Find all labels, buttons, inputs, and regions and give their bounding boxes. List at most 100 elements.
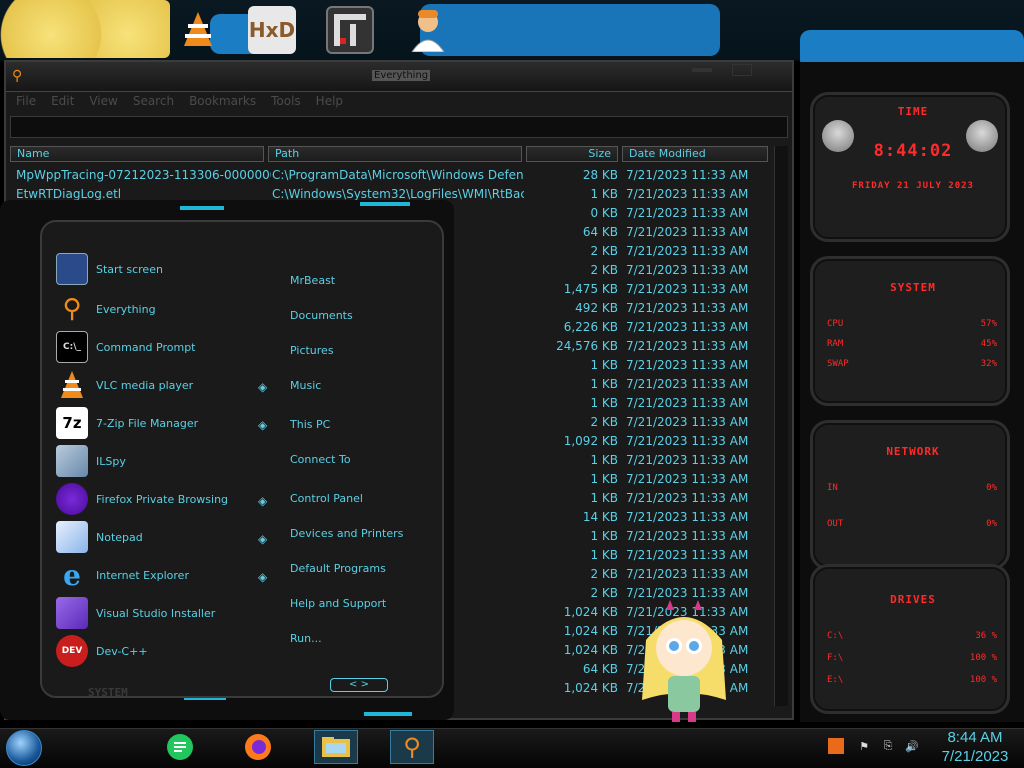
program-notepad[interactable]: Notepad: [56, 520, 143, 554]
program-ilspy[interactable]: ILSpy: [56, 444, 126, 478]
drives-gadget-title: DRIVES: [890, 593, 936, 606]
network-out-row: OUT 0%: [827, 519, 997, 529]
program-everything[interactable]: ⚲ Everything: [56, 292, 155, 326]
cell-date: 7/21/2023 11:33 AM: [626, 434, 749, 448]
start-menu[interactable]: Start screen ⚲ Everything C:\_ Command P…: [0, 200, 454, 720]
program-7zip[interactable]: 7z 7-Zip File Manager: [56, 406, 198, 440]
alien-logo-icon: [966, 120, 998, 152]
place-music[interactable]: Music: [290, 379, 321, 392]
vertical-scrollbar[interactable]: [774, 146, 788, 706]
taskbar-firefox[interactable]: [240, 730, 276, 764]
program-vlc[interactable]: VLC media player: [56, 368, 193, 402]
taskbar-notes-app[interactable]: [162, 730, 198, 764]
place-pictures[interactable]: Pictures: [290, 344, 334, 357]
place-devices-and-printers[interactable]: Devices and Printers: [290, 527, 403, 540]
ram-row: RAM 45%: [827, 339, 997, 349]
program-devcpp[interactable]: DEV Dev-C++: [56, 634, 148, 668]
program-firefox-private[interactable]: Firefox Private Browsing: [56, 482, 228, 516]
place-run[interactable]: Run...: [290, 632, 322, 645]
tray-app-icon[interactable]: [828, 738, 844, 754]
network-in-row: IN 0%: [827, 483, 997, 493]
start-button[interactable]: [6, 730, 42, 766]
gadget-date: FRIDAY 21 JULY 2023: [852, 181, 974, 191]
drives-gadget: DRIVES C:\ 36 % F:\ 100 % E:\ 100 %: [810, 564, 1010, 714]
volume-icon[interactable]: 🔊: [904, 738, 920, 754]
place-connect-to[interactable]: Connect To: [290, 453, 351, 466]
cell-date: 7/21/2023 11:33 AM: [626, 415, 749, 429]
program-start-screen[interactable]: Start screen: [56, 252, 163, 286]
taskbar-file-explorer[interactable]: [314, 730, 358, 764]
submenu-arrow-icon[interactable]: ◈: [258, 532, 267, 546]
search-input[interactable]: [10, 116, 788, 138]
taskbar-everything[interactable]: ⚲: [390, 730, 434, 764]
drive-c-row: C:\ 36 %: [827, 631, 997, 641]
action-center-flag-icon[interactable]: ⚑: [856, 738, 872, 754]
column-date-modified[interactable]: Date Modified: [622, 146, 768, 162]
place-help-and-support[interactable]: Help and Support: [290, 597, 386, 610]
network-gadget: NETWORK IN 0% OUT 0%: [810, 420, 1010, 570]
menu-bookmarks[interactable]: Bookmarks: [189, 94, 256, 112]
system-label: SYSTEM: [88, 686, 128, 699]
wallpaper-stroke: [420, 4, 720, 56]
cell-size: 2 KB: [590, 244, 618, 258]
decor-bar: [180, 206, 224, 210]
place-documents[interactable]: Documents: [290, 309, 353, 322]
place-default-programs[interactable]: Default Programs: [290, 562, 386, 575]
cell-size: 1,092 KB: [563, 434, 618, 448]
notepad-icon: [56, 521, 88, 553]
decor-bar: [364, 712, 412, 716]
cell-date: 7/21/2023 11:33 AM: [626, 358, 749, 372]
cell-size: 64 KB: [582, 662, 618, 676]
menu-search[interactable]: Search: [133, 94, 174, 112]
visual-studio-icon: [56, 597, 88, 629]
internet-explorer-icon: e: [63, 558, 81, 592]
column-size[interactable]: Size: [526, 146, 618, 162]
table-row[interactable]: MpWppTracing-07212023-113306-00000003-..…: [10, 166, 770, 185]
window-titlebar[interactable]: ⚲ Everything: [6, 62, 792, 92]
submenu-arrow-icon[interactable]: ◈: [258, 380, 267, 394]
page-nav-arrows[interactable]: < >: [330, 678, 388, 692]
place-this-pc[interactable]: This PC: [290, 418, 330, 431]
results-header: Name Path Size Date Modified: [10, 146, 770, 162]
cell-size: 1,024 KB: [563, 624, 618, 638]
maximize-button[interactable]: [732, 64, 752, 76]
hxd-hex-editor-icon[interactable]: HxD: [248, 6, 296, 54]
cell-size: 492 KB: [575, 301, 618, 315]
cell-size: 1 KB: [590, 187, 618, 201]
cell-size: 1 KB: [590, 548, 618, 562]
cell-size: 24,576 KB: [556, 339, 618, 353]
menu-tools[interactable]: Tools: [271, 94, 301, 112]
cell-date: 7/21/2023 11:33 AM: [626, 206, 749, 220]
taskbar-clock[interactable]: 8:44 AM 7/21/2023: [930, 728, 1020, 766]
cell-date: 7/21/2023 11:33 AM: [626, 282, 749, 296]
cell-date: 7/21/2023 11:33 AM: [626, 529, 749, 543]
maze-app-icon[interactable]: [326, 6, 374, 54]
program-internet-explorer[interactable]: e Internet Explorer: [56, 558, 189, 592]
cell-size: 1 KB: [590, 491, 618, 505]
submenu-arrow-icon[interactable]: ◈: [258, 418, 267, 432]
menu-edit[interactable]: Edit: [51, 94, 74, 112]
vlc-desktop-icon[interactable]: [174, 6, 222, 54]
program-command-prompt[interactable]: C:\_ Command Prompt: [56, 330, 196, 364]
minimize-button[interactable]: [692, 68, 712, 72]
cartoon-character-icon[interactable]: [0, 0, 170, 58]
cell-size: 0 KB: [590, 206, 618, 220]
program-visual-studio-installer[interactable]: Visual Studio Installer: [56, 596, 215, 630]
submenu-arrow-icon[interactable]: ◈: [258, 494, 267, 508]
place-control-panel[interactable]: Control Panel: [290, 492, 363, 505]
menu-help[interactable]: Help: [316, 94, 343, 112]
time-gadget: TIME 8:44:02 FRIDAY 21 JULY 2023: [810, 92, 1010, 242]
system-gadget-title: SYSTEM: [890, 281, 936, 294]
gadgets-panel: TIME 8:44:02 FRIDAY 21 JULY 2023 SYSTEM …: [800, 62, 1024, 722]
menu-file[interactable]: File: [16, 94, 36, 112]
column-path[interactable]: Path: [268, 146, 522, 162]
7zip-icon: 7z: [56, 407, 88, 439]
place-mrbeast[interactable]: MrBeast: [290, 274, 335, 287]
submenu-arrow-icon[interactable]: ◈: [258, 570, 267, 584]
doctor-user-icon[interactable]: [404, 6, 452, 54]
drive-f-row: F:\ 100 %: [827, 653, 997, 663]
menu-view[interactable]: View: [89, 94, 117, 112]
cell-date: 7/21/2023 11:33 AM: [626, 472, 749, 486]
network-icon[interactable]: ⎘: [880, 738, 896, 754]
column-name[interactable]: Name: [10, 146, 264, 162]
